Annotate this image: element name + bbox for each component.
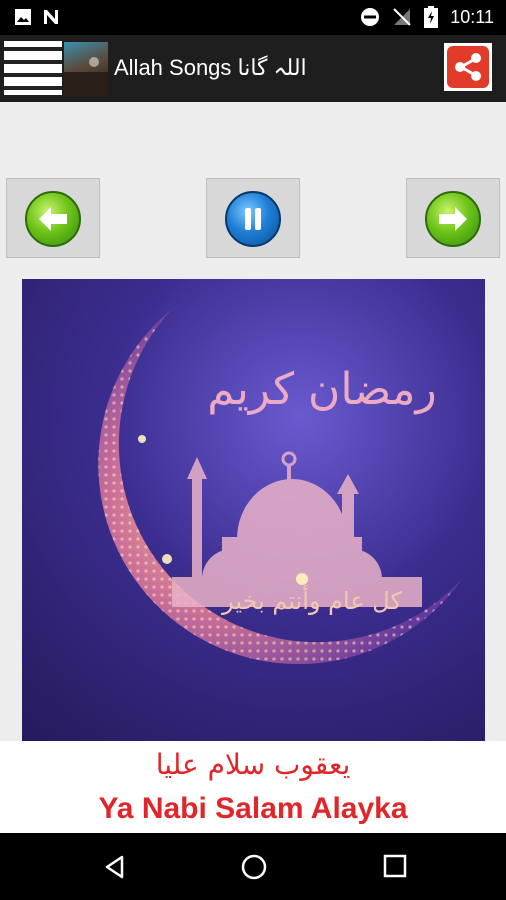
pause-button[interactable]: [206, 178, 300, 258]
navigation-bar: [0, 833, 506, 900]
song-artwork: رمضان كريم كل عام وأنتم بخير: [22, 279, 485, 741]
next-button[interactable]: [406, 178, 500, 258]
crescent-mosque-illustration: رمضان كريم كل عام وأنتم بخير: [98, 309, 462, 665]
n-logo-icon: [44, 10, 58, 24]
greeting-calligraphy: كل عام وأنتم بخير: [221, 585, 402, 615]
recents-nav-icon[interactable]: [383, 854, 407, 878]
do-not-disturb-icon: [361, 8, 380, 26]
song-arabic-title: يعقوب سلام عليا: [155, 748, 351, 781]
arrow-right-icon: [425, 191, 481, 247]
app-bar: Allah Songs اللہ گانا: [0, 35, 506, 102]
ramadan-calligraphy: رمضان كريم: [207, 364, 436, 415]
song-title: Ya Nabi Salam Alayka: [98, 792, 408, 825]
back-nav-icon[interactable]: [102, 854, 128, 880]
app-thumbnail: [64, 42, 108, 96]
share-icon: [447, 46, 489, 88]
status-right-icons: 10:11: [360, 6, 494, 28]
arrow-left-icon: [25, 191, 81, 247]
status-time: 10:11: [450, 6, 494, 27]
pause-icon: [225, 191, 281, 247]
share-button[interactable]: [444, 43, 492, 91]
battery-charging-icon: [424, 6, 439, 28]
status-bar: 10:11: [0, 0, 506, 35]
no-signal-icon: [393, 8, 411, 26]
image-icon: [15, 9, 31, 25]
previous-button[interactable]: [6, 178, 100, 258]
menu-icon[interactable]: [4, 41, 62, 95]
home-nav-icon[interactable]: [240, 853, 268, 881]
status-left-icons: [14, 8, 60, 26]
app-title: Allah Songs اللہ گانا: [114, 55, 307, 80]
